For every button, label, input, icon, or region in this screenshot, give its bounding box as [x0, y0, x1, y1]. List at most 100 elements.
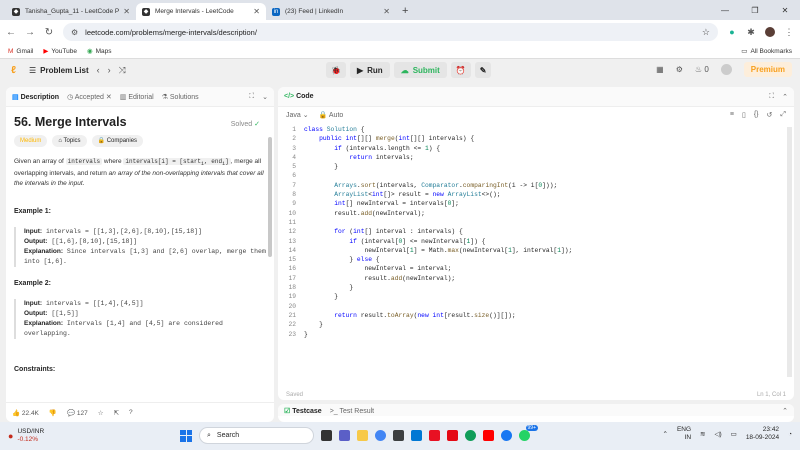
extension-icon[interactable]: ● [727, 27, 737, 37]
layout-icon[interactable]: ▦ [656, 65, 664, 74]
battery-icon[interactable]: ▭ [731, 430, 737, 438]
tab-solutions[interactable]: ⚗ Solutions [162, 93, 199, 101]
test-result-tab[interactable]: >_ Test Result [330, 408, 374, 415]
folder-icon: ▭ [741, 48, 748, 55]
close-icon[interactable]: ✕ [253, 7, 260, 16]
taskbar-search[interactable]: ⌕ Search [199, 427, 314, 444]
code-editor[interactable]: 1 class Solution {2 public int[][] merge(… [278, 125, 794, 375]
debug-icon[interactable]: 🐞 [326, 62, 346, 78]
submit-button[interactable]: ☁ Submit [393, 62, 447, 78]
teams-icon[interactable] [339, 430, 350, 441]
bookmark-youtube[interactable]: ▶ YouTube [43, 47, 77, 56]
chevron-up-icon[interactable]: ⌃ [662, 430, 667, 438]
run-button[interactable]: ▶ Run [349, 62, 390, 78]
volume-icon[interactable]: ◁) [714, 430, 721, 438]
companies-tag[interactable]: 🔒 Companies [91, 135, 144, 147]
extensions-puzzle-icon[interactable]: ✱ [746, 27, 756, 37]
close-icon[interactable]: ✕ [383, 7, 390, 16]
bookmark-gmail[interactable]: M Gmail [8, 48, 33, 55]
windows-start-icon[interactable] [180, 429, 192, 442]
forward-icon[interactable]: → [25, 27, 35, 38]
reload-icon[interactable]: ↻ [44, 27, 54, 38]
reset-icon[interactable]: ↺ [767, 111, 773, 119]
store-icon[interactable] [411, 430, 422, 441]
notes-icon[interactable]: ✎ [474, 62, 492, 78]
task-view-icon[interactable] [321, 430, 332, 441]
timer-icon[interactable]: ⏰ [450, 62, 471, 78]
bookmark-star-icon[interactable]: ☆ [702, 27, 710, 38]
dislike-icon[interactable]: 👎 [49, 409, 57, 417]
language-select[interactable]: Java ⌄ [286, 111, 309, 119]
collapse-icon[interactable]: ⌄ [262, 93, 268, 101]
browser-tab-active[interactable]: ◆ Merge Intervals - LeetCode ✕ [136, 3, 266, 20]
bookmark-maps[interactable]: ◉ Maps [87, 47, 112, 56]
bookmark-icon[interactable]: ▯ [742, 111, 746, 119]
tab-description[interactable]: ▤ Description [12, 93, 59, 101]
intellij-icon[interactable] [393, 430, 404, 441]
close-window-icon[interactable]: ✕ [770, 6, 800, 15]
new-tab-icon[interactable]: + [402, 5, 408, 17]
streak-counter[interactable]: ♨ 0 [695, 65, 709, 74]
code-tab[interactable]: </> Code [284, 93, 314, 100]
clock[interactable]: 23:42 18-09-2024 [746, 426, 779, 442]
line-number: 8 [292, 191, 296, 199]
terminal-icon: >_ [329, 407, 338, 415]
browser-tab[interactable]: ◆ Tanisha_Gupta_11 - LeetCode P ✕ [6, 3, 136, 20]
minimize-icon[interactable]: — [710, 6, 740, 15]
user-nav: ▦ ⚙ ♨ 0 Premium [656, 62, 792, 77]
user-avatar[interactable] [720, 64, 732, 75]
format-icon[interactable]: ≡ [730, 111, 734, 119]
problem-list-link[interactable]: Problem List [40, 66, 88, 75]
site-info-icon[interactable]: ⚙ [71, 28, 78, 37]
next-problem-icon[interactable]: › [108, 65, 111, 76]
settings-gear-icon[interactable]: ⚙ [676, 65, 683, 74]
share-icon[interactable]: ⇱ [114, 409, 119, 417]
profile-avatar[interactable] [765, 27, 775, 37]
expand-icon[interactable]: ⛶ [769, 93, 774, 101]
editor-scrollbar[interactable] [787, 127, 792, 377]
help-icon[interactable]: ? [129, 409, 133, 416]
netflix-icon[interactable] [447, 430, 458, 441]
close-icon[interactable]: ✕ [123, 7, 130, 16]
shuffle-icon[interactable]: ⤨ [119, 65, 126, 76]
line-number: 12 [288, 228, 296, 236]
whatsapp-icon[interactable]: 99+ [519, 425, 538, 441]
menu-icon[interactable]: ⋮ [784, 27, 794, 37]
language-indicator[interactable]: ENG IN [677, 426, 691, 442]
browser-tab[interactable]: in (23) Feed | LinkedIn ✕ [266, 3, 396, 20]
chrome-icon[interactable] [375, 430, 386, 441]
all-bookmarks[interactable]: ▭ All Bookmarks [741, 47, 792, 56]
like-button[interactable]: 👍 22.4K [12, 409, 39, 417]
edge-icon[interactable] [465, 430, 476, 441]
code-line: 1 class Solution { [278, 125, 794, 134]
leetcode-logo-icon[interactable]: ℓ [8, 65, 19, 76]
expand-icon[interactable]: ⛶ [249, 93, 254, 101]
line-number: 2 [292, 135, 296, 143]
testcase-tab[interactable]: ☑ Testcase [284, 407, 322, 415]
maximize-icon[interactable]: ❐ [740, 6, 770, 15]
braces-icon[interactable]: {} [754, 111, 759, 119]
tab-editorial[interactable]: ▥ Editorial [120, 93, 154, 101]
prev-problem-icon[interactable]: ‹ [97, 65, 100, 76]
youtube-app-icon[interactable] [483, 430, 494, 441]
topics-tag[interactable]: ⌂ Topics [52, 135, 87, 147]
notifications-icon[interactable]: ◔ [788, 431, 792, 438]
comments-button[interactable]: 💬 127 [67, 409, 88, 417]
settings-icon[interactable]: ⤢ [780, 111, 786, 119]
collapse-icon[interactable]: ⌃ [782, 93, 788, 101]
description-scrollbar[interactable] [268, 137, 272, 257]
code-line: 16 newInterval = interval; [278, 264, 794, 273]
favorite-star-icon[interactable]: ☆ [98, 409, 104, 417]
wifi-icon[interactable]: ≋ [700, 430, 705, 438]
file-explorer-icon[interactable] [357, 430, 368, 441]
facebook-icon[interactable] [501, 430, 512, 441]
premium-button[interactable]: Premium [743, 62, 792, 77]
auto-toggle[interactable]: 🔒 Auto [319, 111, 344, 119]
close-icon[interactable]: ✕ [106, 94, 112, 101]
expand-icon[interactable]: ⌃ [782, 407, 788, 415]
app-red-icon[interactable] [429, 430, 440, 441]
tab-accepted[interactable]: ◷ Accepted ✕ [67, 93, 112, 101]
stock-widget[interactable]: ● USD/INR -0.12% [8, 428, 44, 444]
back-icon[interactable]: ← [6, 27, 16, 38]
address-bar[interactable]: ⚙ leetcode.com/problems/merge-intervals/… [63, 23, 718, 41]
